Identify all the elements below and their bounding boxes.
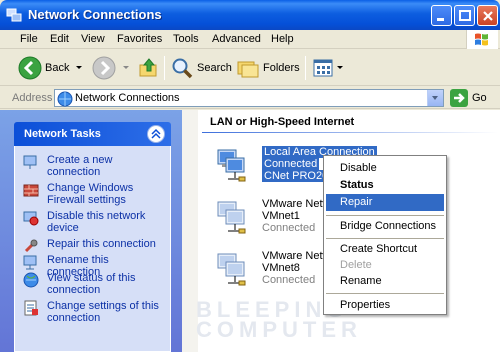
menu-separator xyxy=(326,238,444,239)
task-label: Change settings of this connection xyxy=(47,300,159,324)
up-folder-icon xyxy=(139,58,157,77)
address-label: Address xyxy=(12,92,53,104)
menu-separator xyxy=(326,293,444,294)
network-tasks-list: Create a new connection Change Windows F… xyxy=(14,146,171,352)
address-bar: Address Network Connections Go xyxy=(0,87,500,109)
back-label: Back xyxy=(45,62,70,74)
toolbar: Back Search Folders xyxy=(0,50,500,86)
task-view-status[interactable]: View status of this connection xyxy=(23,272,162,296)
menu-item-create-shortcut[interactable]: Create Shortcut xyxy=(326,241,444,258)
connection-status: Connected xyxy=(262,222,316,234)
context-menu: Disable Status Repair Bridge Connections… xyxy=(323,155,447,315)
connection-name: VMware Netw xyxy=(262,198,331,210)
back-arrow-icon xyxy=(18,56,42,80)
menu-item-bridge-connections[interactable]: Bridge Connections xyxy=(326,218,444,235)
task-label: Change Windows Firewall settings xyxy=(47,182,134,206)
new-connection-icon xyxy=(23,155,37,169)
settings-icon xyxy=(24,300,38,316)
window-title: Network Connections xyxy=(28,7,162,22)
toolbar-separator xyxy=(164,56,165,80)
network-tasks-header[interactable]: Network Tasks xyxy=(14,122,171,146)
go-button[interactable]: Go xyxy=(450,89,487,107)
task-label: View status of this connection xyxy=(47,272,136,296)
disable-network-icon xyxy=(23,211,39,226)
chevron-down-icon xyxy=(123,66,129,69)
search-button[interactable]: Search xyxy=(170,54,232,82)
connection-status: Connected xyxy=(262,274,316,286)
menu-favorites[interactable]: Favorites xyxy=(117,33,162,45)
windows-flag-icon xyxy=(466,30,498,49)
task-label: Disable this network device xyxy=(47,210,146,234)
forward-button[interactable] xyxy=(92,54,131,82)
back-button[interactable]: Back xyxy=(18,54,84,82)
task-repair-connection[interactable]: Repair this connection xyxy=(23,238,162,254)
repair-icon xyxy=(24,239,38,253)
section-divider xyxy=(202,132,498,133)
folders-label: Folders xyxy=(263,62,300,74)
menu-help[interactable]: Help xyxy=(271,33,294,45)
connection-status: Connected xyxy=(262,158,320,170)
firewall-icon xyxy=(23,184,39,197)
menu-file[interactable]: File xyxy=(20,33,38,45)
title-bar: Network Connections xyxy=(0,0,500,30)
menu-advanced[interactable]: Advanced xyxy=(212,33,261,45)
menu-item-status[interactable]: Status xyxy=(326,177,444,194)
go-arrow-icon xyxy=(450,89,468,107)
connection-device: VMnet8 xyxy=(262,262,300,274)
connection-name: VMware Netw xyxy=(262,250,331,262)
menu-bar: File Edit View Favorites Tools Advanced … xyxy=(0,30,500,49)
chevron-down-icon xyxy=(76,66,83,69)
folders-icon xyxy=(237,61,259,78)
address-input[interactable]: Network Connections xyxy=(54,89,444,107)
search-icon xyxy=(172,58,193,79)
task-label: Create a new connection xyxy=(47,154,113,178)
connection-device: VMnet1 xyxy=(262,210,300,222)
task-label: Repair this connection xyxy=(47,238,156,250)
folders-button[interactable]: Folders xyxy=(236,54,300,82)
up-folder-button[interactable] xyxy=(138,54,160,82)
lan-connection-icon xyxy=(217,149,246,182)
toolbar-separator xyxy=(305,56,306,80)
rename-icon xyxy=(23,255,37,270)
views-button[interactable] xyxy=(312,54,344,82)
address-value: Network Connections xyxy=(75,92,180,104)
task-change-settings[interactable]: Change settings of this connection xyxy=(23,300,162,324)
menu-item-delete: Delete xyxy=(340,259,372,271)
views-icon xyxy=(313,59,333,77)
menu-item-rename[interactable]: Rename xyxy=(326,273,444,290)
menu-edit[interactable]: Edit xyxy=(50,33,69,45)
chevron-up-icon xyxy=(151,128,161,139)
network-tasks-title: Network Tasks xyxy=(24,128,101,140)
search-label: Search xyxy=(197,62,232,74)
menu-item-repair[interactable]: Repair xyxy=(326,194,444,211)
minimize-button[interactable] xyxy=(431,5,452,26)
task-disable-device[interactable]: Disable this network device xyxy=(23,210,162,234)
menu-view[interactable]: View xyxy=(81,33,105,45)
menu-item-properties[interactable]: Properties xyxy=(326,297,444,314)
address-dropdown-button[interactable] xyxy=(427,90,443,106)
watermark-line: COMPUTER xyxy=(196,317,362,342)
close-button[interactable] xyxy=(477,5,498,26)
go-label: Go xyxy=(472,92,487,104)
task-firewall-settings[interactable]: Change Windows Firewall settings xyxy=(23,182,162,206)
task-create-connection[interactable]: Create a new connection xyxy=(23,154,162,178)
forward-arrow-icon xyxy=(92,56,116,80)
network-connections-icon xyxy=(57,91,73,107)
menu-tools[interactable]: Tools xyxy=(173,33,199,45)
menu-separator xyxy=(326,215,444,216)
section-title: LAN or High-Speed Internet xyxy=(210,116,355,128)
menu-item-disable[interactable]: Disable xyxy=(326,160,444,177)
task-pane: Network Tasks Create a new connection Ch… xyxy=(0,110,182,352)
lan-connection-icon xyxy=(217,201,246,234)
collapse-button[interactable] xyxy=(147,125,165,143)
chevron-down-icon xyxy=(337,66,343,69)
lan-connection-icon xyxy=(217,253,246,286)
network-connections-icon xyxy=(6,8,22,22)
status-icon xyxy=(23,272,39,288)
maximize-button[interactable] xyxy=(454,5,475,26)
